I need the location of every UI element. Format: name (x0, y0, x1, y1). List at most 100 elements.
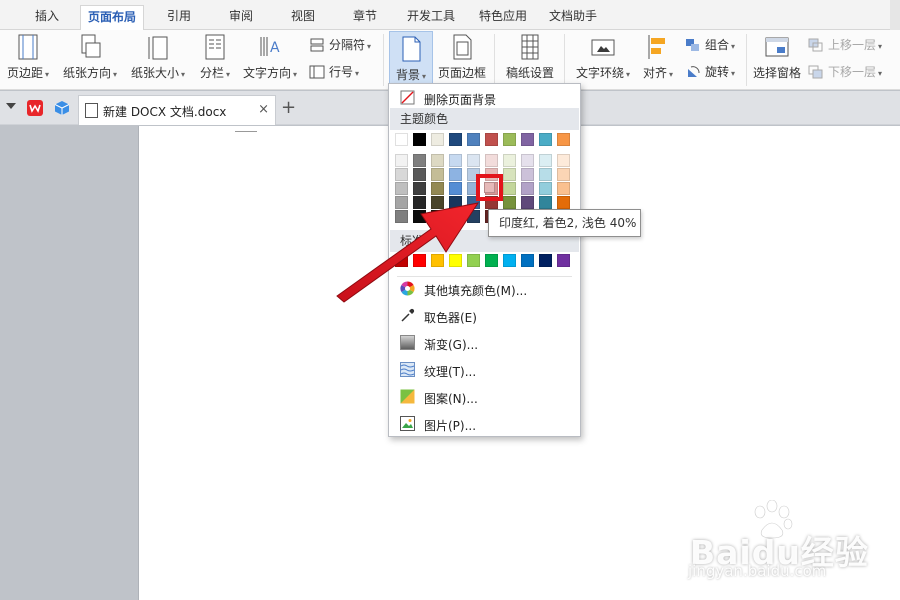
theme-color-swatch[interactable] (521, 133, 534, 146)
theme-shade-swatch[interactable] (395, 210, 408, 223)
selected-swatch-highlight[interactable] (476, 174, 503, 201)
more-fill-colors-item[interactable]: 其他填充颜色(M)... (390, 276, 579, 302)
theme-shade-swatch[interactable] (503, 182, 516, 195)
theme-shade-swatch[interactable] (413, 210, 426, 223)
standard-color-swatch[interactable] (395, 254, 408, 267)
theme-shade-swatch[interactable] (413, 154, 426, 167)
theme-shade-swatch[interactable] (467, 210, 480, 223)
selection-pane-button[interactable]: 选择窗格 (750, 30, 804, 90)
margins-button[interactable]: 页边距 ▾ (2, 30, 54, 90)
separator-button[interactable]: 分隔符 ▾ (309, 35, 371, 55)
tab-sections[interactable]: 章节 (344, 5, 386, 29)
theme-shade-swatch[interactable] (503, 196, 516, 209)
theme-shade-swatch[interactable] (413, 168, 426, 181)
tab-list-dropdown-icon[interactable] (6, 103, 16, 109)
theme-color-swatch[interactable] (395, 133, 408, 146)
page-border-button[interactable]: 页面边框 (436, 30, 488, 90)
standard-color-swatch[interactable] (431, 254, 444, 267)
tab-developer[interactable]: 开发工具 (402, 5, 460, 29)
gradient-item[interactable]: 渐变(G)... (390, 330, 579, 356)
wps-logo-icon[interactable] (27, 100, 43, 116)
standard-color-swatch[interactable] (557, 254, 570, 267)
indian-red-swatch[interactable] (484, 182, 495, 193)
group-button[interactable]: 组合 ▾ (685, 35, 735, 55)
theme-shade-swatch[interactable] (521, 154, 534, 167)
tab-page-layout[interactable]: 页面布局 (80, 5, 144, 31)
theme-shade-swatch[interactable] (413, 196, 426, 209)
theme-shade-swatch[interactable] (431, 210, 444, 223)
columns-button[interactable]: 分栏 ▾ (194, 30, 236, 90)
theme-shade-swatch[interactable] (449, 154, 462, 167)
theme-shade-swatch[interactable] (449, 210, 462, 223)
align-button[interactable]: 对齐 ▾ (638, 30, 678, 90)
standard-color-swatch[interactable] (413, 254, 426, 267)
theme-shade-swatch[interactable] (557, 154, 570, 167)
standard-color-swatch[interactable] (485, 254, 498, 267)
theme-color-swatch[interactable] (449, 133, 462, 146)
theme-shade-swatch[interactable] (539, 196, 552, 209)
tab-features[interactable]: 特色应用 (474, 5, 532, 29)
theme-shade-swatch[interactable] (539, 182, 552, 195)
theme-color-swatch[interactable] (557, 133, 570, 146)
standard-color-swatch[interactable] (503, 254, 516, 267)
background-button[interactable]: 背景 ▾ (389, 31, 433, 89)
orientation-button[interactable]: 纸张方向 ▾ (58, 30, 122, 90)
rotate-button[interactable]: 旋转 ▾ (685, 62, 735, 82)
tab-insert[interactable]: 插入 (26, 5, 68, 29)
pattern-item[interactable]: 图案(N)... (390, 384, 579, 410)
theme-shade-swatch[interactable] (431, 196, 444, 209)
theme-color-swatch[interactable] (503, 133, 516, 146)
text-direction-button[interactable]: A 文字方向 ▾ (238, 30, 302, 90)
theme-color-swatch[interactable] (485, 133, 498, 146)
tab-doc-assistant[interactable]: 文档助手 (544, 5, 602, 29)
theme-shade-swatch[interactable] (557, 196, 570, 209)
theme-shade-swatch[interactable] (431, 154, 444, 167)
theme-color-swatch[interactable] (539, 133, 552, 146)
theme-shade-swatch[interactable] (395, 182, 408, 195)
theme-shade-swatch[interactable] (449, 182, 462, 195)
theme-shade-swatch[interactable] (449, 168, 462, 181)
theme-shade-swatch[interactable] (557, 182, 570, 195)
line-number-button[interactable]: 行号 ▾ (309, 62, 359, 82)
theme-color-swatch[interactable] (467, 133, 480, 146)
theme-shade-swatch[interactable] (521, 182, 534, 195)
picture-item[interactable]: 图片(P)... (390, 411, 579, 437)
theme-shade-swatch[interactable] (485, 154, 498, 167)
close-icon[interactable]: × (258, 102, 269, 117)
theme-shade-swatch[interactable] (431, 182, 444, 195)
theme-shade-swatch[interactable] (503, 154, 516, 167)
theme-shade-swatch[interactable] (395, 168, 408, 181)
theme-shade-swatch[interactable] (395, 196, 408, 209)
theme-color-swatch[interactable] (431, 133, 444, 146)
standard-color-swatch[interactable] (449, 254, 462, 267)
theme-shade-swatch[interactable] (539, 154, 552, 167)
standard-color-swatch[interactable] (539, 254, 552, 267)
bring-forward-button[interactable]: 上移一层 ▾ (808, 35, 882, 55)
theme-shade-swatch[interactable] (413, 182, 426, 195)
theme-shade-swatch[interactable] (539, 168, 552, 181)
theme-shade-swatch[interactable] (449, 196, 462, 209)
eyedropper-item[interactable]: 取色器(E) (390, 303, 579, 329)
theme-shade-swatch[interactable] (503, 168, 516, 181)
theme-color-swatch[interactable] (413, 133, 426, 146)
standard-color-swatch[interactable] (467, 254, 480, 267)
tab-references[interactable]: 引用 (158, 5, 200, 29)
document-tab[interactable]: 新建 DOCX 文档.docx × (78, 95, 276, 125)
theme-shade-swatch[interactable] (431, 168, 444, 181)
manuscript-settings-button[interactable]: 稿纸设置 (502, 30, 558, 90)
swatch-tooltip: 印度红, 着色2, 浅色 40% (488, 209, 641, 237)
wrap-text-button[interactable]: 文字环绕 ▾ (570, 30, 636, 90)
theme-shade-swatch[interactable] (521, 196, 534, 209)
tab-review[interactable]: 审阅 (220, 5, 262, 29)
tab-view[interactable]: 视图 (282, 5, 324, 29)
paper-size-button[interactable]: 纸张大小 ▾ (126, 30, 190, 90)
standard-color-swatch[interactable] (521, 254, 534, 267)
texture-item[interactable]: 纹理(T)... (390, 357, 579, 383)
theme-shade-swatch[interactable] (467, 154, 480, 167)
theme-shade-swatch[interactable] (395, 154, 408, 167)
send-backward-button[interactable]: 下移一层 ▾ (808, 62, 882, 82)
theme-shade-swatch[interactable] (557, 168, 570, 181)
cloud-box-icon[interactable] (54, 100, 70, 116)
theme-shade-swatch[interactable] (521, 168, 534, 181)
new-tab-button[interactable]: + (281, 97, 296, 118)
